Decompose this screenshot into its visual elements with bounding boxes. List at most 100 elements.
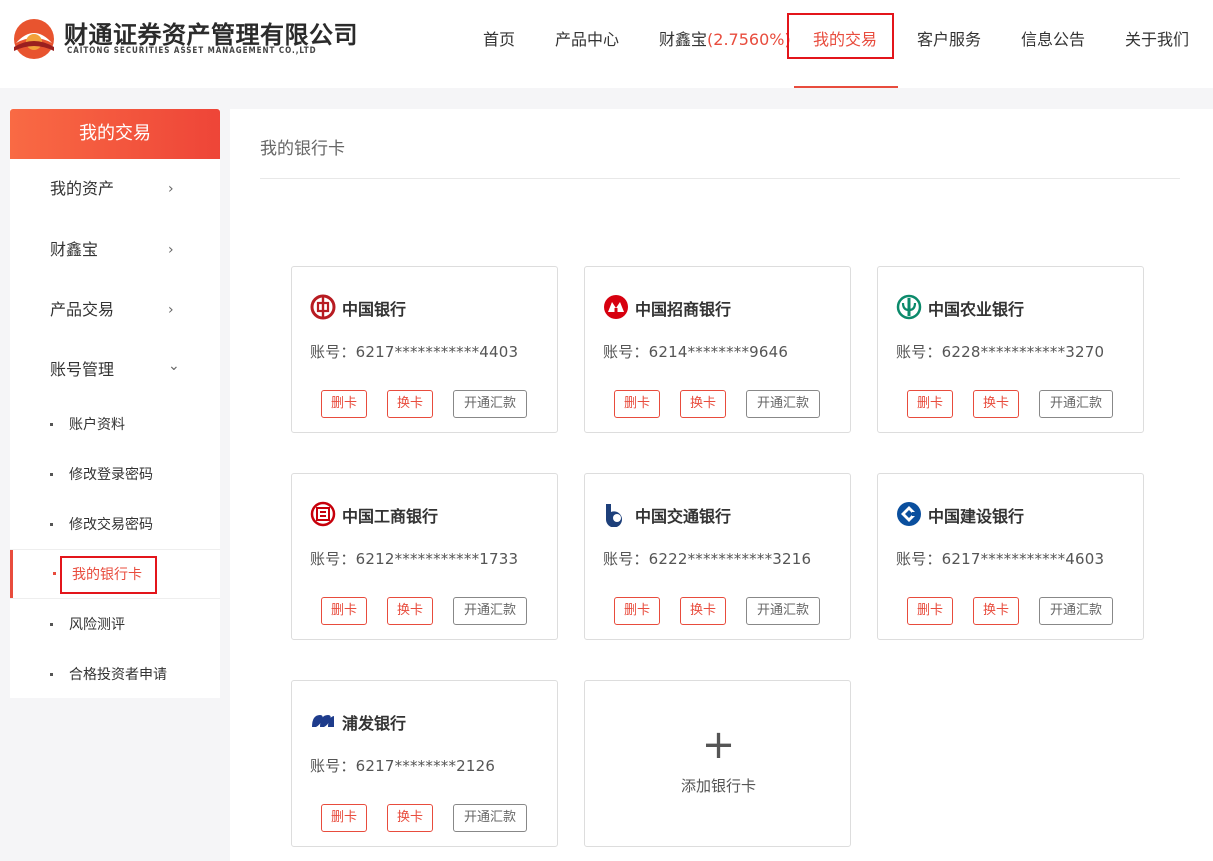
sidebar-sub-account-info[interactable]: 账户资料 — [10, 400, 220, 450]
bank-name: 中国交通银行 — [635, 507, 732, 526]
sidebar: 我的交易 我的资产 › 财鑫宝 › 产品交易 › 账号管理 ⌄ 账户资料 修改登… — [10, 109, 220, 698]
sidebar-item-label: 财鑫宝 — [50, 240, 99, 259]
brand-name-en: CAITONG SECURITIES ASSET MANAGEMENT CO.,… — [67, 46, 317, 56]
chevron-right-icon: › — [168, 181, 174, 197]
account-number: 账号：6222***********3216 — [603, 550, 812, 568]
nav-notice[interactable]: 信息公告 — [1021, 0, 1085, 88]
nav-caixinbao-rate: (2.7560%) — [707, 30, 791, 49]
bullet-icon — [50, 473, 53, 476]
bank-card: 中国农业银行 账号：6228***********3270 删卡 换卡 开通汇款 — [877, 266, 1144, 433]
sidebar-sub-qualified-investor[interactable]: 合格投资者申请 — [10, 650, 220, 700]
brand-name-cn: 财通证券资产管理有限公司 — [64, 21, 358, 49]
caitong-logo-icon — [14, 19, 54, 59]
chevron-right-icon: › — [168, 302, 174, 318]
sidebar-item-caixinbao[interactable]: 财鑫宝 › — [10, 220, 220, 280]
account-number: 账号：6217********2126 — [310, 757, 496, 775]
nav-active-underline — [794, 86, 898, 88]
bank-name: 中国农业银行 — [928, 300, 1025, 319]
sidebar-item-label: 我的资产 — [50, 179, 115, 198]
bank-name: 中国招商银行 — [635, 300, 732, 319]
bank-name: 中国银行 — [342, 300, 407, 319]
title-divider — [260, 178, 1180, 179]
sidebar-sub-label: 修改登录密码 — [69, 467, 153, 483]
sidebar-sub-label: 修改交易密码 — [69, 517, 153, 533]
spdb-icon — [312, 715, 334, 727]
sidebar-sub-label: 账户资料 — [69, 417, 125, 433]
boc-icon — [310, 294, 336, 320]
sidebar-sub-label: 合格投资者申请 — [69, 667, 167, 683]
delete-card-button[interactable]: 删卡 — [614, 597, 660, 625]
delete-card-button[interactable]: 删卡 — [614, 390, 660, 418]
bank-name: 浦发银行 — [342, 714, 407, 733]
sidebar-sub-label: 风险测评 — [69, 617, 125, 633]
open-remit-button[interactable]: 开通汇款 — [453, 390, 527, 418]
sidebar-item-product-trade[interactable]: 产品交易 › — [10, 280, 220, 340]
bank-card: 中国建设银行 账号：6217***********4603 删卡 换卡 开通汇款 — [877, 473, 1144, 640]
brand-logo[interactable]: 财通证券资产管理有限公司 CAITONG SECURITIES ASSET MA… — [10, 15, 358, 63]
change-card-button[interactable]: 换卡 — [387, 804, 433, 832]
change-card-button[interactable]: 换卡 — [387, 390, 433, 418]
open-remit-button[interactable]: 开通汇款 — [453, 804, 527, 832]
abc-icon — [896, 294, 922, 320]
delete-card-button[interactable]: 删卡 — [321, 597, 367, 625]
open-remit-button[interactable]: 开通汇款 — [746, 390, 820, 418]
nav-about[interactable]: 关于我们 — [1125, 0, 1189, 88]
open-remit-button[interactable]: 开通汇款 — [746, 597, 820, 625]
account-number: 账号：6228***********3270 — [896, 343, 1105, 361]
bocom-icon — [605, 504, 622, 527]
account-number: 账号：6214********9646 — [603, 343, 789, 361]
bank-card: 中国工商银行 账号：6212***********1733 删卡 换卡 开通汇款 — [291, 473, 558, 640]
nav-caixinbao-label: 财鑫宝 — [659, 30, 708, 49]
top-header: 财通证券资产管理有限公司 CAITONG SECURITIES ASSET MA… — [0, 0, 1213, 88]
nav-caixinbao[interactable]: 财鑫宝(2.7560%) — [659, 0, 791, 88]
nav-highlight-box — [787, 13, 894, 59]
nav-home[interactable]: 首页 — [483, 0, 515, 88]
bullet-icon — [50, 423, 53, 426]
nav-service[interactable]: 客户服务 — [917, 0, 981, 88]
sidebar-sub-trade-password[interactable]: 修改交易密码 — [10, 500, 220, 550]
delete-card-button[interactable]: 删卡 — [907, 597, 953, 625]
sidebar-item-account-manage[interactable]: 账号管理 ⌄ — [10, 340, 220, 400]
sidebar-sub-risk-test[interactable]: 风险测评 — [10, 600, 220, 650]
change-card-button[interactable]: 换卡 — [973, 597, 1019, 625]
account-number: 账号：6217***********4603 — [896, 550, 1105, 568]
sidebar-highlight-box — [60, 556, 157, 594]
main-panel: 我的银行卡 中国银行 账号：6217***********4403 删卡 换卡 … — [230, 109, 1213, 861]
chevron-down-icon: ⌄ — [168, 358, 180, 374]
nav-products[interactable]: 产品中心 — [555, 0, 619, 88]
change-card-button[interactable]: 换卡 — [973, 390, 1019, 418]
bank-card: 中国招商银行 账号：6214********9646 删卡 换卡 开通汇款 — [584, 266, 851, 433]
bank-card: 中国银行 账号：6217***********4403 删卡 换卡 开通汇款 — [291, 266, 558, 433]
sidebar-sub-my-bank-cards[interactable]: 我的银行卡 — [10, 549, 220, 599]
sidebar-item-label: 产品交易 — [50, 300, 115, 319]
add-bank-card-button[interactable]: + 添加银行卡 — [584, 680, 851, 847]
delete-card-button[interactable]: 删卡 — [321, 804, 367, 832]
sidebar-item-label: 账号管理 — [50, 360, 115, 379]
delete-card-button[interactable]: 删卡 — [907, 390, 953, 418]
open-remit-button[interactable]: 开通汇款 — [1039, 390, 1113, 418]
bullet-icon — [50, 523, 53, 526]
ccb-icon — [897, 502, 921, 526]
sidebar-sub-login-password[interactable]: 修改登录密码 — [10, 450, 220, 500]
icbc-icon — [310, 501, 336, 527]
change-card-button[interactable]: 换卡 — [680, 597, 726, 625]
page-title: 我的银行卡 — [260, 139, 345, 159]
chevron-right-icon: › — [168, 242, 174, 258]
sidebar-title: 我的交易 — [10, 109, 220, 159]
add-bank-card-label: 添加银行卡 — [680, 777, 756, 795]
change-card-button[interactable]: 换卡 — [387, 597, 433, 625]
active-indicator — [10, 550, 13, 598]
delete-card-button[interactable]: 删卡 — [321, 390, 367, 418]
bullet-icon — [53, 572, 56, 575]
account-number: 账号：6212***********1733 — [310, 550, 519, 568]
sidebar-item-assets[interactable]: 我的资产 › — [10, 159, 220, 219]
account-number: 账号：6217***********4403 — [310, 343, 519, 361]
bank-card: 中国交通银行 账号：6222***********3216 删卡 换卡 开通汇款 — [584, 473, 851, 640]
change-card-button[interactable]: 换卡 — [680, 390, 726, 418]
plus-icon: + — [701, 722, 736, 768]
cmb-icon — [604, 295, 628, 319]
bullet-icon — [50, 673, 53, 676]
open-remit-button[interactable]: 开通汇款 — [1039, 597, 1113, 625]
bullet-icon — [50, 623, 53, 626]
open-remit-button[interactable]: 开通汇款 — [453, 597, 527, 625]
